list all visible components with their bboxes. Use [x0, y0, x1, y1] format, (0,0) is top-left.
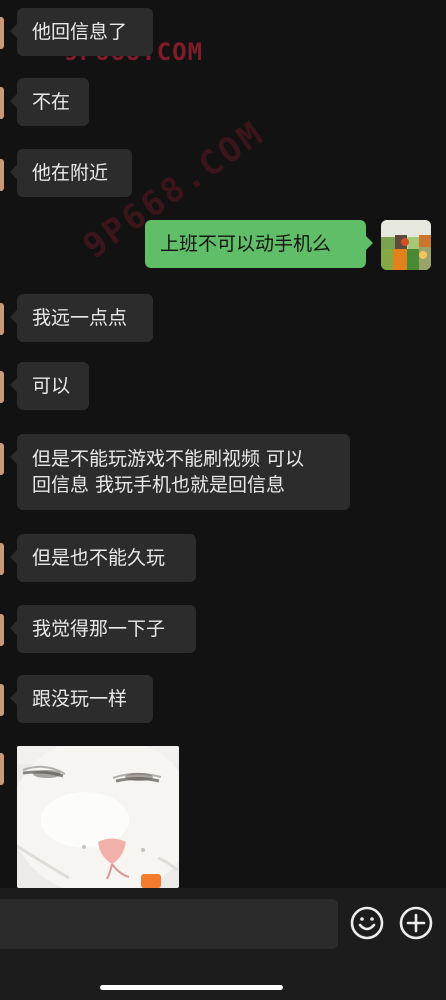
message-bubble[interactable]: 不在: [10, 78, 89, 126]
contact-avatar[interactable]: [0, 17, 4, 49]
emoji-icon-glyph: [350, 906, 384, 940]
message-line: 回信息 我玩手机也就是回信息: [32, 474, 286, 496]
sent-message-bubble[interactable]: 上班不可以动手机么: [145, 220, 373, 268]
message-input[interactable]: [0, 899, 338, 949]
contact-avatar[interactable]: [0, 159, 4, 191]
chat-area: 9P668.COM 9P668.COM 他回信息了 不在 他在附近 上班不可以动…: [0, 0, 446, 888]
contact-avatar[interactable]: [0, 443, 4, 475]
cat-sticker-image: [17, 746, 179, 888]
contact-avatar[interactable]: [0, 87, 4, 119]
plus-icon-glyph: [399, 906, 433, 940]
self-avatar[interactable]: [381, 220, 431, 270]
contact-avatar[interactable]: [0, 303, 4, 335]
home-indicator: [100, 985, 283, 990]
message-bubble[interactable]: 但是不能玩游戏不能刷视频 可以 回信息 我玩手机也就是回信息: [10, 434, 350, 510]
message-bubble[interactable]: 我远一点点: [10, 294, 153, 342]
input-bar: [0, 888, 446, 1000]
emoji-icon[interactable]: [350, 906, 384, 940]
self-avatar-image: [381, 220, 431, 270]
contact-avatar[interactable]: [0, 371, 4, 403]
message-line: 但是不能玩游戏不能刷视频 可以: [32, 448, 305, 470]
message-bubble[interactable]: 他在附近: [10, 149, 132, 197]
message-bubble[interactable]: 跟没玩一样: [10, 675, 153, 723]
message-bubble[interactable]: 可以: [10, 362, 89, 410]
message-bubble[interactable]: 他回信息了: [10, 8, 153, 56]
plus-icon[interactable]: [399, 906, 433, 940]
contact-avatar[interactable]: [0, 753, 4, 785]
message-bubble[interactable]: 但是也不能久玩: [10, 534, 196, 582]
contact-avatar[interactable]: [0, 684, 4, 716]
contact-avatar[interactable]: [0, 543, 4, 575]
cat-sticker[interactable]: [17, 746, 179, 888]
message-bubble[interactable]: 我觉得那一下子: [10, 605, 196, 653]
contact-avatar[interactable]: [0, 614, 4, 646]
